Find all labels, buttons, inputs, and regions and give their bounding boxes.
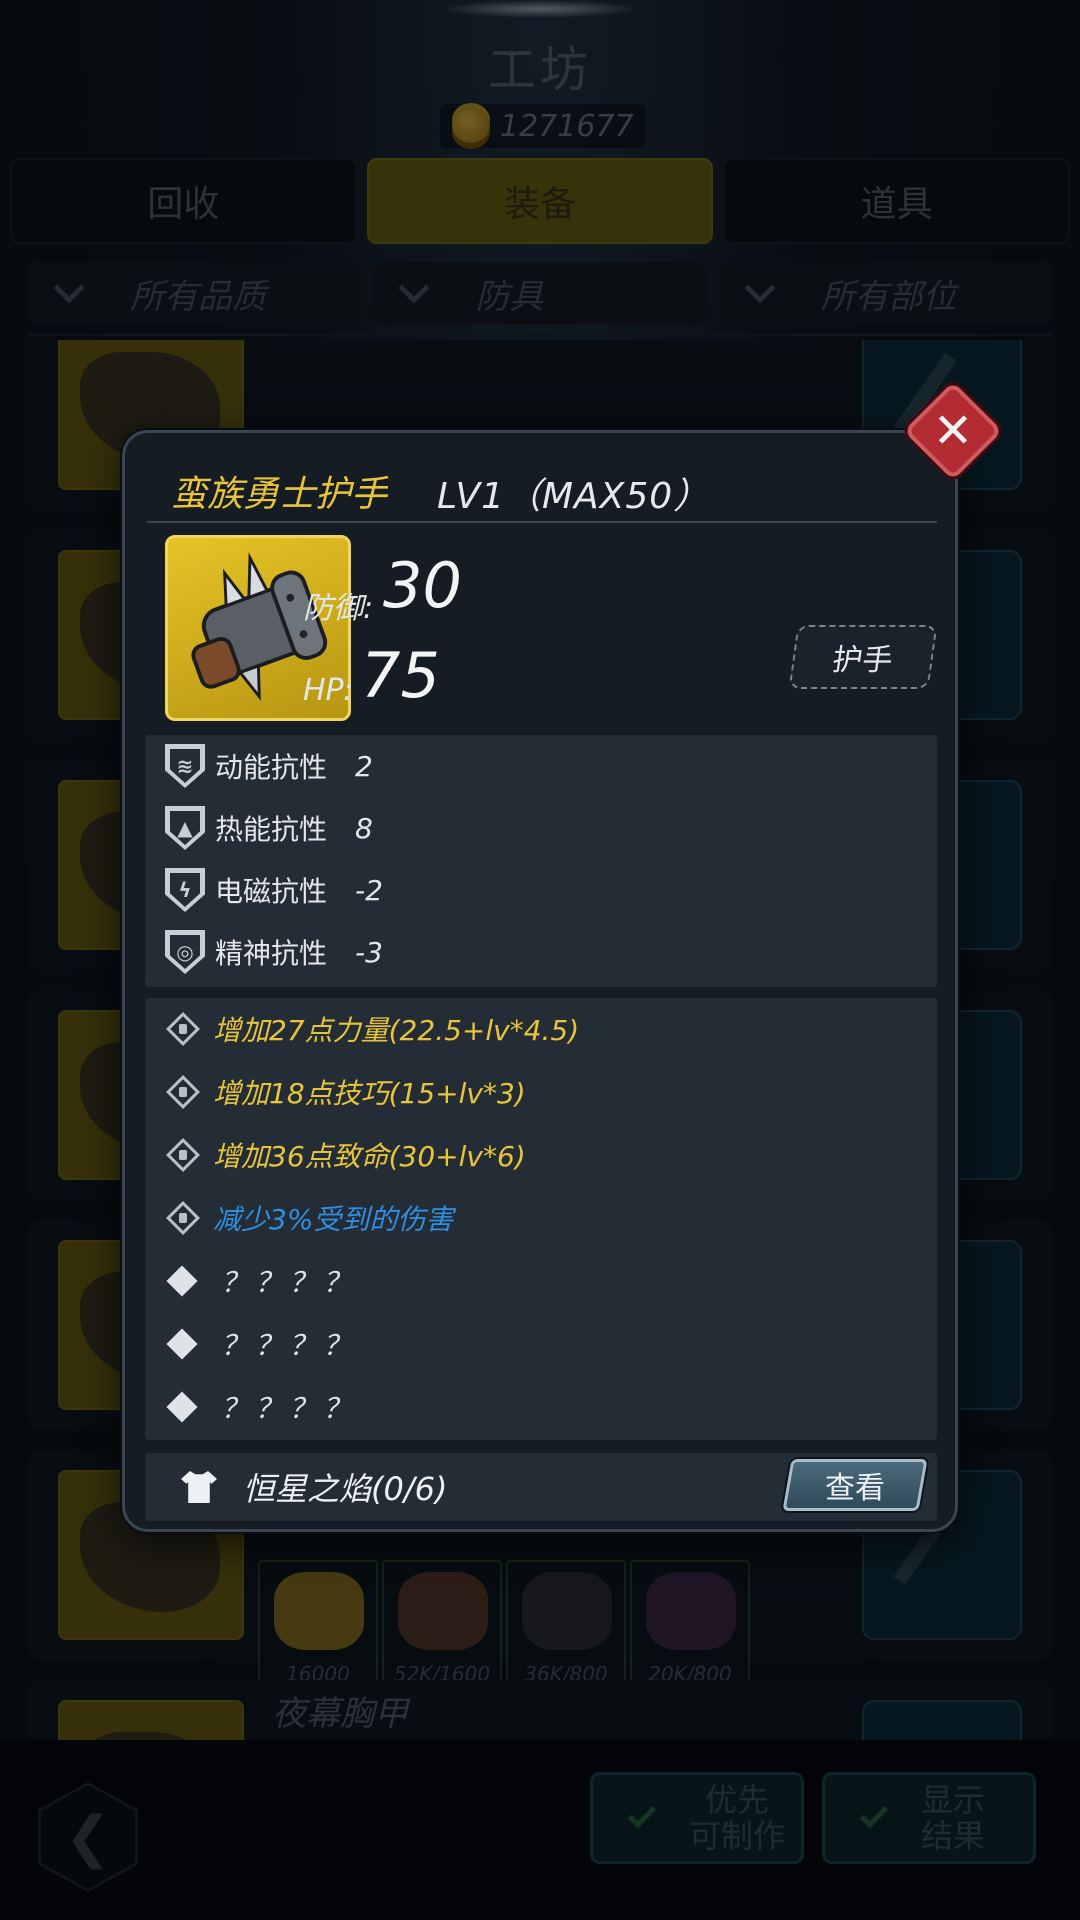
set-bonus-bar: 恒星之焰(0/6) 查看: [145, 1453, 937, 1521]
kinetic-icon: ≋: [165, 744, 205, 788]
defense-label: 防御:: [303, 591, 374, 626]
attribute-row: 增加27点力量(22.5+lv*4.5): [145, 1004, 579, 1054]
attribute-text: ？？？？: [221, 1392, 358, 1425]
set-name: 恒星之焰(0/6): [243, 1470, 448, 1508]
resistance-value: -3: [355, 935, 383, 969]
thermal-icon: ▲: [165, 806, 205, 850]
resistance-value: 2: [355, 749, 373, 783]
lock-icon: [169, 1015, 197, 1043]
attribute-text: 增加18点技巧(15+lv*3): [213, 1077, 526, 1110]
resistance-row: ▲ 热能抗性 8: [145, 803, 373, 853]
shirt-icon: [181, 1471, 217, 1503]
defense-value: 30: [383, 549, 462, 622]
resistance-row: ≋ 动能抗性 2: [145, 741, 373, 791]
item-level: LV1（MAX50）: [437, 476, 711, 517]
resistance-row: ◎ 精神抗性 -3: [145, 927, 383, 977]
view-set-button[interactable]: 查看: [782, 1459, 928, 1511]
attribute-text: ？？？？: [221, 1266, 358, 1299]
slot-label: 护手: [830, 643, 895, 678]
attribute-row: ？？？？: [145, 1319, 357, 1369]
diamond-icon: [166, 1328, 198, 1360]
attribute-row: ？？？？: [145, 1382, 357, 1432]
view-set-label: 查看: [825, 1471, 885, 1506]
lock-icon: [169, 1141, 197, 1169]
attribute-text: 增加36点致命(30+lv*6): [213, 1140, 526, 1173]
resistance-name: 精神抗性: [215, 937, 328, 970]
attribute-text: ？？？？: [221, 1329, 358, 1362]
resistance-name: 热能抗性: [215, 813, 328, 846]
item-detail-popup: 蛮族勇士护手 LV1（MAX50） 防御: 30 HP: 75 护手 ≋ 动能抗…: [122, 430, 958, 1532]
close-icon: ✕: [932, 403, 974, 459]
attribute-panel: 增加27点力量(22.5+lv*4.5) 增加18点技巧(15+lv*3) 增加…: [145, 998, 937, 1440]
item-name: 蛮族勇士护手: [171, 474, 388, 515]
resistance-name: 电磁抗性: [215, 875, 328, 908]
divider: [147, 521, 937, 523]
hp-value: 75: [361, 639, 440, 712]
resistance-row: ϟ 电磁抗性 -2: [145, 865, 383, 915]
lock-icon: [169, 1078, 197, 1106]
resistance-value: 8: [355, 811, 373, 845]
attribute-text: 增加27点力量(22.5+lv*4.5): [213, 1014, 580, 1047]
mental-icon: ◎: [165, 930, 205, 974]
diamond-icon: [166, 1265, 198, 1297]
attribute-row: 增加36点致命(30+lv*6): [145, 1130, 526, 1180]
hp-label: HP:: [303, 673, 354, 708]
attribute-text: 减少3%受到的伤害: [213, 1203, 454, 1236]
resistance-name: 动能抗性: [215, 751, 328, 784]
lock-icon: [169, 1204, 197, 1232]
resistance-value: -2: [355, 873, 383, 907]
attribute-row: ？？？？: [145, 1256, 357, 1306]
slot-tag: 护手: [788, 625, 938, 689]
attribute-row: 减少3%受到的伤害: [145, 1193, 453, 1243]
resistance-panel: ≋ 动能抗性 2 ▲ 热能抗性 8 ϟ 电磁抗性 -2 ◎ 精神抗性 -3: [145, 735, 937, 987]
diamond-icon: [166, 1391, 198, 1423]
attribute-row: 增加18点技巧(15+lv*3): [145, 1067, 526, 1117]
electromagnetic-icon: ϟ: [165, 868, 205, 912]
